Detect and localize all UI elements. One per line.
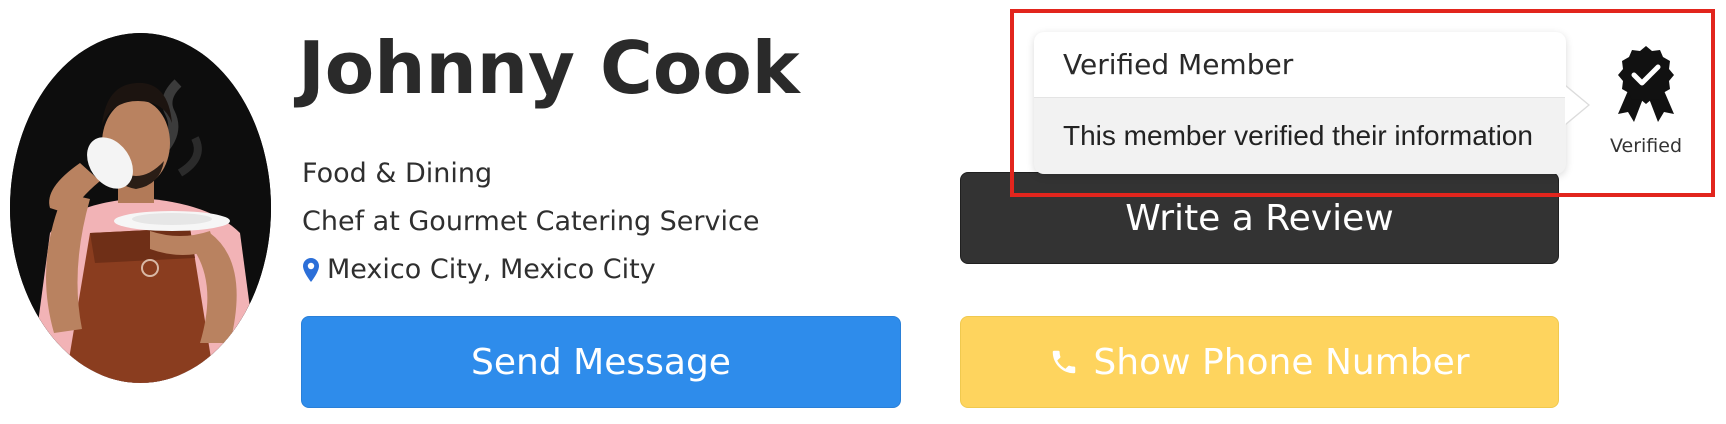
send-message-button[interactable]: Send Message (301, 316, 901, 408)
profile-location: Mexico City, Mexico City (302, 254, 656, 286)
verified-badge[interactable]: Verified (1604, 44, 1688, 164)
verified-tooltip: Verified Member This member verified the… (1034, 32, 1590, 174)
verified-award-icon (1612, 44, 1680, 126)
write-review-label: Write a Review (1125, 197, 1394, 239)
profile-name: Johnny Cook (298, 26, 800, 110)
tooltip-arrow (1565, 85, 1590, 125)
verified-badge-label: Verified (1609, 135, 1683, 157)
phone-icon (1049, 347, 1079, 377)
tooltip-title: Verified Member (1034, 32, 1566, 98)
profile-avatar (10, 33, 271, 383)
send-message-label: Send Message (471, 341, 731, 383)
show-phone-button[interactable]: Show Phone Number (960, 316, 1559, 408)
location-text: Mexico City, Mexico City (327, 254, 656, 285)
map-pin-icon (303, 258, 319, 283)
profile-category: Food & Dining (302, 158, 493, 189)
show-phone-label: Show Phone Number (1093, 341, 1470, 383)
profile-job-title: Chef at Gourmet Catering Service (302, 206, 760, 237)
tooltip-text: This member verified their information (1063, 120, 1533, 151)
